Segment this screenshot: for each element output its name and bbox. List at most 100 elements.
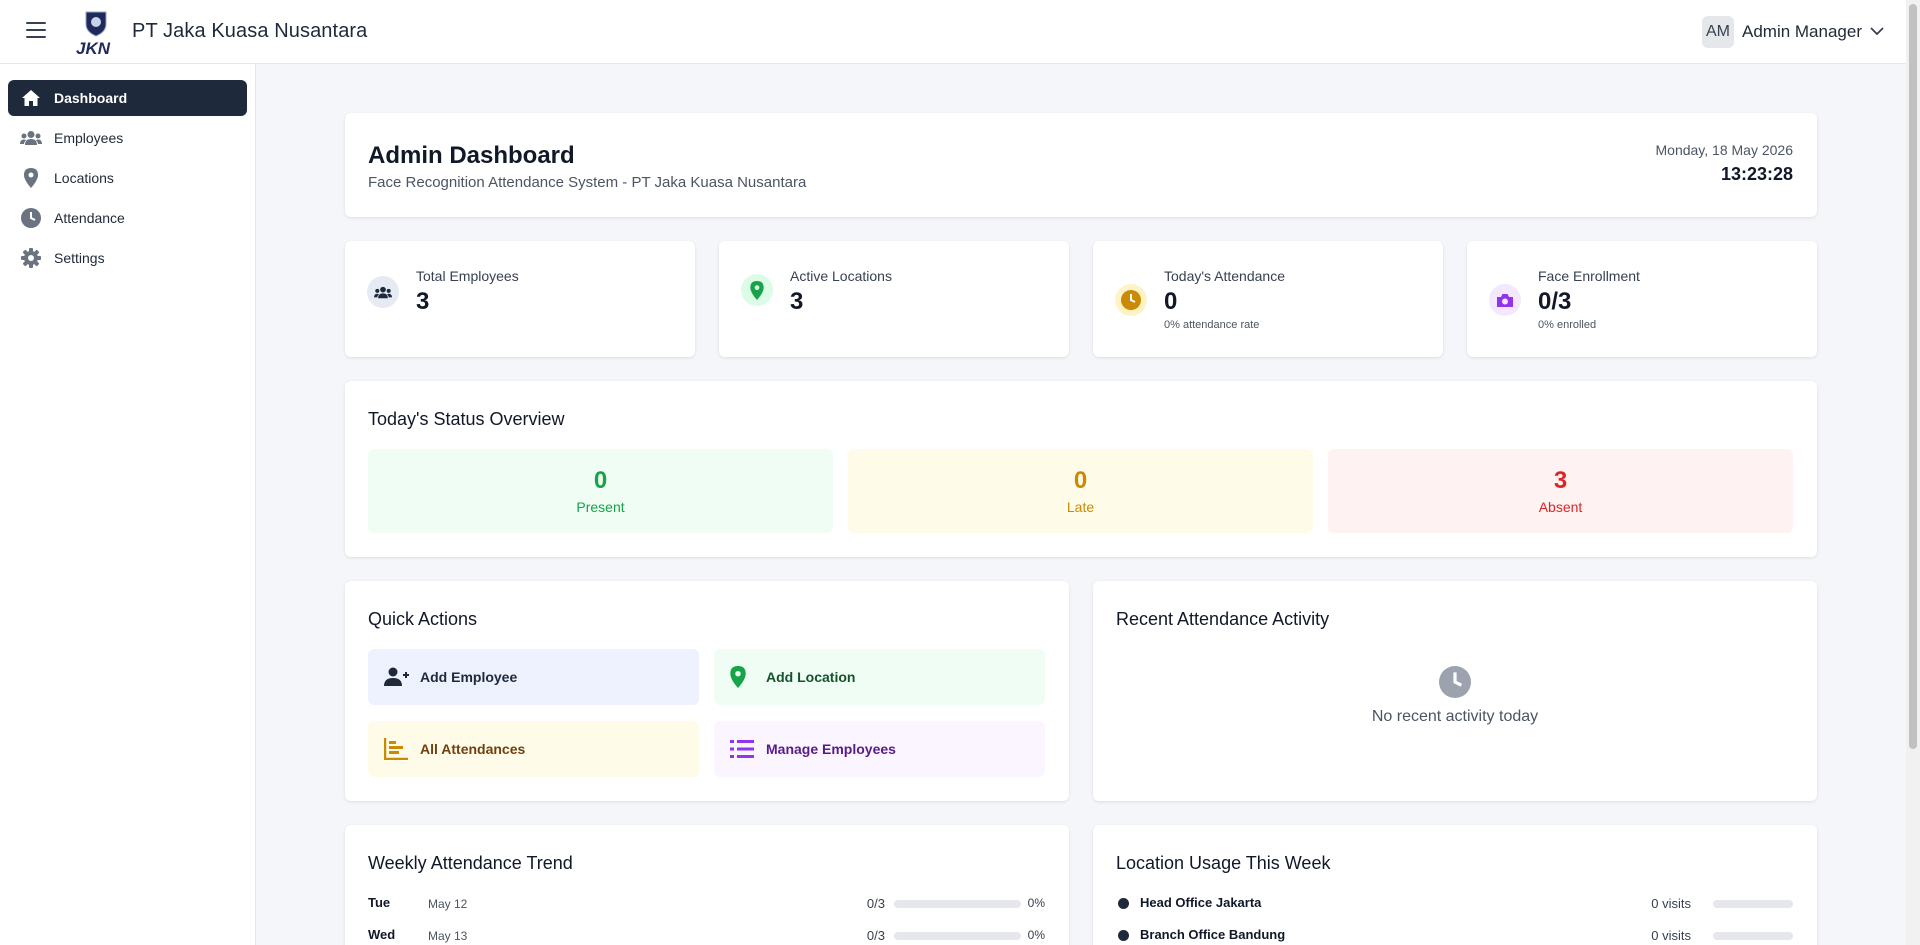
stat-card-total-employees: Total Employees 3 <box>345 241 695 357</box>
status-label: Present <box>576 499 625 515</box>
empty-activity-message: No recent activity today <box>1371 708 1539 725</box>
progress-bar <box>894 932 1021 940</box>
page-subtitle: Face Recognition Attendance System - PT … <box>368 174 807 191</box>
stat-note: 0% attendance rate <box>1164 319 1260 331</box>
stat-value: 3 <box>416 288 430 315</box>
manage-employees-button[interactable]: Manage Employees <box>714 721 1045 777</box>
section-title: Recent Attendance Activity <box>1116 609 1330 629</box>
sidebar: Dashboard Employees Locations Attendance… <box>0 64 256 945</box>
stat-label: Total Employees <box>416 268 519 284</box>
clock-icon <box>1439 666 1471 703</box>
user-menu[interactable]: AM Admin Manager <box>1701 16 1884 48</box>
stat-note: 0% enrolled <box>1538 319 1597 331</box>
location-visits: 0 visits <box>1651 928 1691 943</box>
stat-card-active-locations: Active Locations 3 <box>719 241 1069 357</box>
trend-date: May 12 <box>428 897 468 911</box>
recent-activity-card: Recent Attendance Activity No recent act… <box>1093 581 1817 801</box>
add-location-button[interactable]: Add Location <box>714 649 1045 705</box>
location-dot-icon <box>1118 898 1129 909</box>
scrollbar-thumb[interactable] <box>1909 4 1917 749</box>
bar-chart-icon <box>384 738 410 760</box>
status-label: Absent <box>1538 499 1583 515</box>
stat-label: Active Locations <box>790 268 892 284</box>
status-late: 0 Late <box>848 449 1313 533</box>
section-title: Weekly Attendance Trend <box>368 853 573 873</box>
status-overview-card: Today's Status Overview 0 Present 0 Late… <box>345 381 1817 557</box>
stat-value: 3 <box>790 288 804 315</box>
clock-icon <box>20 207 42 229</box>
location-visits: 0 visits <box>1651 896 1691 911</box>
page-scrollbar[interactable] <box>1906 0 1920 945</box>
sidebar-item-label: Settings <box>54 250 105 266</box>
weekly-trend-card: Weekly Attendance Trend Tue May 12 0/3 0… <box>345 825 1069 945</box>
progress-bar <box>1713 932 1793 940</box>
add-employee-button[interactable]: Add Employee <box>368 649 699 705</box>
location-name: Head Office Jakarta <box>1140 895 1262 910</box>
add-location-label: Add Location <box>766 669 856 685</box>
location-row: Head Office Jakarta 0 visits <box>1116 895 1793 915</box>
page-title: Admin Dashboard <box>368 142 575 169</box>
svg-text:JKN: JKN <box>76 39 111 56</box>
progress-bar <box>1713 900 1793 908</box>
sidebar-item-employees[interactable]: Employees <box>8 120 247 156</box>
progress-bar <box>894 900 1021 908</box>
user-name: Admin Manager <box>1741 22 1862 41</box>
status-count: 3 <box>1553 467 1568 494</box>
map-pin-icon <box>20 167 42 189</box>
trend-percent: 0% <box>1027 896 1045 910</box>
company-logo: JKN <box>72 8 120 58</box>
stat-card-face-enrollment: Face Enrollment 0/3 0% enrolled <box>1467 241 1817 357</box>
stat-card-todays-attendance: Today's Attendance 0 0% attendance rate <box>1093 241 1443 357</box>
sidebar-item-label: Attendance <box>54 210 125 226</box>
user-plus-icon <box>384 667 410 687</box>
users-icon <box>20 127 42 149</box>
clock-icon <box>1115 284 1147 316</box>
chevron-down-icon <box>1870 23 1884 41</box>
dashboard-header-card: Admin Dashboard Face Recognition Attenda… <box>345 113 1817 217</box>
trend-row: Tue May 12 0/3 0% <box>368 895 1045 915</box>
map-pin-icon <box>741 274 773 306</box>
date-time-block: Monday, 18 May 2026 13:23:28 <box>1656 142 1794 185</box>
all-attendances-button[interactable]: All Attendances <box>368 721 699 777</box>
top-navbar: JKN PT Jaka Kuasa Nusantara AM Admin Man… <box>0 0 1906 64</box>
sidebar-item-settings[interactable]: Settings <box>8 240 247 276</box>
hamburger-menu-icon[interactable] <box>26 22 46 38</box>
trend-count: 0/3 <box>866 928 885 943</box>
stat-value: 0/3 <box>1538 288 1572 315</box>
map-pin-icon <box>730 666 756 688</box>
home-icon <box>20 87 42 109</box>
sidebar-item-dashboard[interactable]: Dashboard <box>8 80 247 116</box>
list-icon <box>730 739 756 759</box>
current-date: Monday, 18 May 2026 <box>1655 142 1794 158</box>
all-attendances-label: All Attendances <box>420 741 526 757</box>
sidebar-item-attendance[interactable]: Attendance <box>8 200 247 236</box>
brand-name[interactable]: PT Jaka Kuasa Nusantara <box>132 20 367 43</box>
current-time: 13:23:28 <box>1720 164 1793 184</box>
status-label: Late <box>1066 499 1095 515</box>
status-count: 0 <box>1073 467 1088 494</box>
trend-day: Wed <box>368 927 396 942</box>
trend-date: May 13 <box>428 929 468 943</box>
location-row: Branch Office Bandung 0 visits <box>1116 927 1793 945</box>
section-title: Location Usage This Week <box>1116 853 1331 873</box>
trend-percent: 0% <box>1027 928 1045 942</box>
sidebar-item-label: Employees <box>54 130 124 146</box>
camera-icon <box>1489 284 1521 316</box>
manage-employees-label: Manage Employees <box>766 741 896 757</box>
trend-row: Wed May 13 0/3 0% <box>368 927 1045 945</box>
users-icon <box>367 276 399 308</box>
sidebar-item-locations[interactable]: Locations <box>8 160 247 196</box>
status-present: 0 Present <box>368 449 833 533</box>
section-title: Today's Status Overview <box>368 409 565 429</box>
sidebar-item-label: Dashboard <box>54 90 128 106</box>
stat-value: 0 <box>1164 288 1178 315</box>
status-absent: 3 Absent <box>1328 449 1793 533</box>
avatar: AM <box>1701 16 1734 48</box>
stat-label: Face Enrollment <box>1538 268 1640 284</box>
status-count: 0 <box>593 467 608 494</box>
trend-count: 0/3 <box>866 896 885 911</box>
location-name: Branch Office Bandung <box>1140 927 1286 942</box>
section-title: Quick Actions <box>368 609 478 629</box>
location-usage-card: Location Usage This Week Head Office Jak… <box>1093 825 1817 945</box>
gear-icon <box>20 247 42 269</box>
